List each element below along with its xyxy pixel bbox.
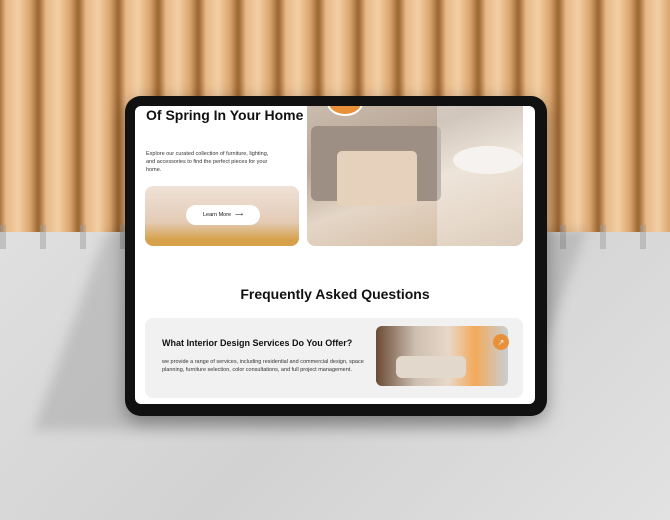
glass-overlay bbox=[437, 106, 523, 246]
bedroom-image-card: Learn More ⟶ bbox=[145, 186, 299, 246]
blanket-shape bbox=[337, 151, 417, 206]
faq-heading: Frequently Asked Questions bbox=[240, 286, 430, 302]
faq-answer: we provide a range of services, includin… bbox=[162, 359, 364, 373]
arrow-up-right-icon: ↗ bbox=[497, 337, 505, 347]
tablet-screen: Of Spring In Your Home Explore our curat… bbox=[135, 106, 535, 404]
arrow-right-icon: ⟶ bbox=[235, 212, 244, 218]
learn-more-label: Learn More bbox=[202, 212, 232, 218]
learn-more-button[interactable]: Learn More ⟶ bbox=[186, 205, 260, 225]
hero-description: Explore our curated collection of furnit… bbox=[146, 151, 269, 173]
faq-question: What Interior Design Services Do You Off… bbox=[162, 338, 353, 348]
faq-image: ↗ bbox=[376, 326, 509, 386]
sofa-shape bbox=[396, 356, 466, 378]
living-room-image bbox=[307, 106, 523, 246]
tablet-device: Of Spring In Your Home Explore our curat… bbox=[125, 96, 547, 416]
arrow-up-right-button[interactable]: ↗ bbox=[493, 334, 509, 350]
hero-title: Of Spring In Your Home bbox=[146, 107, 304, 123]
faq-item[interactable]: What Interior Design Services Do You Off… bbox=[145, 318, 523, 398]
